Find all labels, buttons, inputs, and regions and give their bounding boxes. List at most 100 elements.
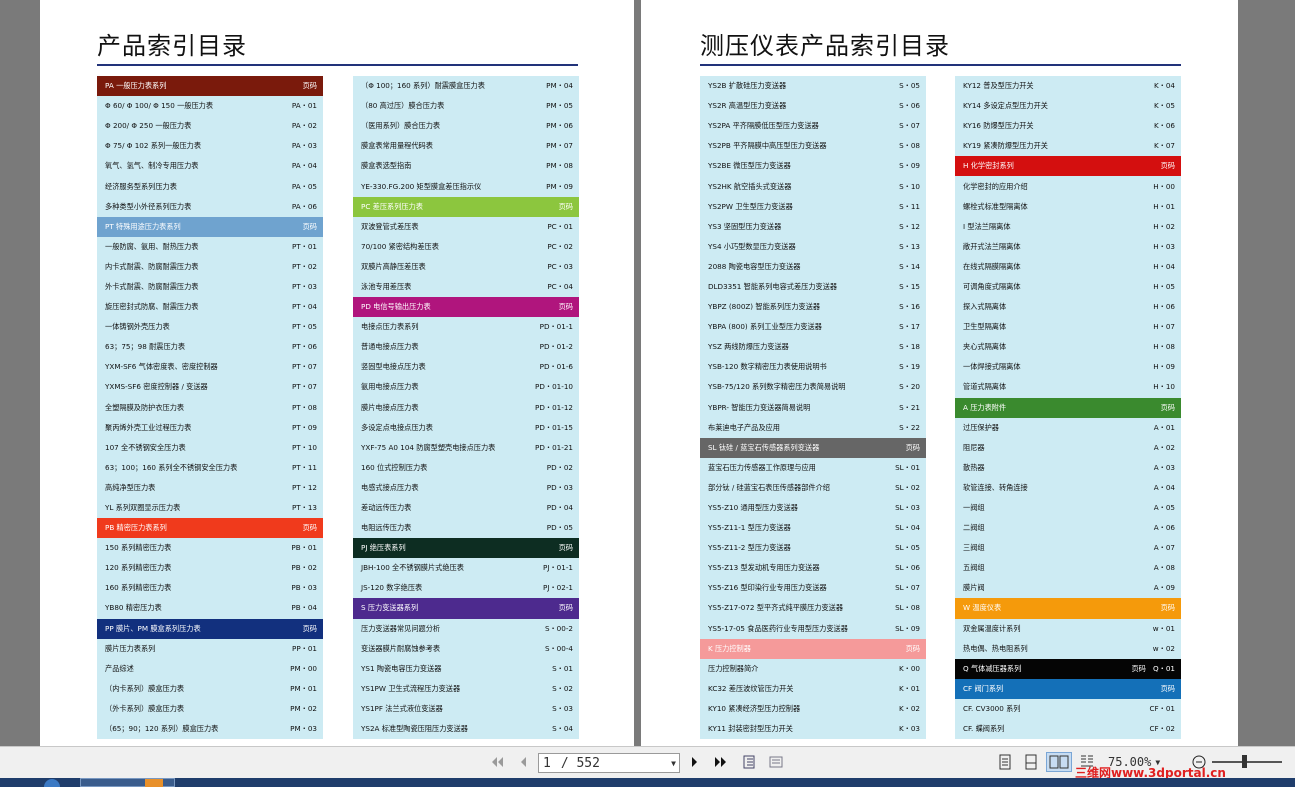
index-row: YS5-Z13 型发动机专用压力变送器 SL・06 [700,558,926,578]
item-label: 管道式隔离体 [963,382,1007,392]
item-label: 膜片电接点压力表 [361,402,419,412]
index-row: 螺栓式标准型隔离体 H・01 [955,197,1181,217]
page-code: PM・06 [546,121,573,131]
fit-width-icon[interactable] [766,753,786,771]
page-code: K・02 [898,703,920,713]
page-code: A・06 [1153,523,1175,533]
index-row: 软管连接、转角连接 A・04 [955,478,1181,498]
index-row: 化学密封的应用介绍 H・00 [955,176,1181,196]
item-label: 聚丙烯外壳工业过程压力表 [105,422,192,432]
last-page-icon[interactable] [712,753,730,771]
page-code: S・13 [899,241,920,251]
next-page-icon[interactable] [688,753,702,771]
page-code: S・00-4 [544,643,573,653]
page-number-field[interactable]: 1 / 552 ▼ [538,753,680,773]
index-row: YL 系列双圈显示压力表 PT・13 [97,498,323,518]
index-row: 变送器膜片耐腐蚀参考表 S・00-4 [353,639,579,659]
index-row: 全塑隔膜及防护衣压力表 PT・08 [97,398,323,418]
page-code: CF・01 [1149,703,1176,713]
page-code: 页码 [1160,603,1175,613]
page-code: PD・01-12 [535,402,573,412]
index-row: 在线式隔膜隔离体 H・04 [955,257,1181,277]
two-page-view-icon[interactable] [1046,752,1072,772]
page-code: PT・01 [291,241,317,251]
item-label: JBH-100 全不锈钢膜片式绝压表 [361,563,464,573]
page-title: 测压仪表产品索引目录 [700,32,950,60]
page-code: PB・03 [291,583,317,593]
section-header: CF 阀门系列 页码 [955,678,1181,699]
page-code: S・18 [899,342,920,352]
index-row: YE-330.FG.200 矩型膜盒差压指示仪 PM・09 [353,176,579,196]
index-row: 膜片电接点压力表 PD・01-12 [353,398,579,418]
index-row: DLD3351 智能系列电容式差压力变送器 S・15 [700,277,926,297]
item-label: 70/100 紧密结构差压表 [361,241,439,251]
item-label: YE-330.FG.200 矩型膜盒差压指示仪 [361,181,482,191]
item-label: 螺栓式标准型隔离体 [963,201,1028,211]
index-row: YXMS-SF6 密度控制器 / 变送器 PT・07 [97,377,323,397]
page-code: 页码 [302,81,317,91]
pdf-page-right: 测压仪表产品索引目录 YS2B 扩散硅压力变送器 S・05 YS2R 高温型压力变送… [641,0,1238,746]
chevron-down-icon[interactable]: ▼ [671,759,676,768]
first-page-icon[interactable] [489,753,505,771]
page-code: K・04 [1153,81,1175,91]
zoom-slider-handle[interactable] [1242,755,1247,768]
index-row: 内卡式耐震、防腐耐震压力表 PT・02 [97,257,323,277]
page-code: H・09 [1153,362,1175,372]
prev-page-icon[interactable] [516,753,530,771]
item-label: Φ 200/ Φ 250 一般压力表 [105,121,192,131]
index-column: （Φ 100；160 系列）耐震膜盒压力表 PM・04 （80 高过压）膜合压力表 P… [353,76,579,740]
item-label: 160 系列精密压力表 [105,583,172,593]
item-label: YXMS-SF6 密度控制器 / 变送器 [105,382,208,392]
index-row: 五阀组 A・08 [955,558,1181,578]
page-code: PC・01 [547,221,573,231]
index-row: 敞开式法兰隔离体 H・03 [955,237,1181,257]
page-code: S・17 [899,322,920,332]
item-label: 普通电接点压力表 [361,342,419,352]
item-label: 卫生型隔离体 [963,322,1007,332]
index-row: KY10 紧凑经济型压力控制器 K・02 [700,699,926,719]
item-label: 夹心式隔离体 [963,342,1007,352]
index-row: 泳池专用差压表 PC・04 [353,277,579,297]
zoom-slider[interactable] [1212,755,1282,768]
index-row: 双波登管式差压表 PC・01 [353,217,579,237]
document-viewport[interactable]: 产品索引目录 PA 一般压力表系列 页码 Φ 60/ Φ 100/ Φ 150 一般… [0,0,1295,746]
index-row: 一般防腐、氨用、耐热压力表 PT・01 [97,237,323,257]
item-label: YS5-Z13 型发动机专用压力变送器 [708,563,820,573]
page-code: SL・02 [895,482,920,492]
page-code: A・09 [1153,583,1175,593]
item-label: 可调角度式隔离体 [963,281,1021,291]
index-row: I 型法兰隔离体 H・02 [955,217,1181,237]
index-row: KC32 差压波纹管压力开关 K・01 [700,679,926,699]
index-row: YS2B 扩散硅压力变送器 S・05 [700,76,926,96]
page-code: SL・03 [895,503,920,513]
page-code: PC・04 [547,281,573,291]
index-row: 160 位式控制压力表 PD・02 [353,458,579,478]
index-column: PA 一般压力表系列 页码 Φ 60/ Φ 100/ Φ 150 一般压力表 PA・0… [97,76,323,740]
item-label: （Φ 100；160 系列）耐震膜盒压力表 [361,81,485,91]
item-label: YS5-Z17-072 型平齐式纯平膜压力变送器 [708,603,844,613]
page-code: 页码 [905,643,920,653]
single-page-view-icon[interactable] [996,753,1014,771]
page-code: PC・03 [547,261,573,271]
page-code: A・01 [1153,422,1175,432]
continuous-view-icon[interactable] [1022,753,1040,771]
page-code: S・15 [899,281,920,291]
item-label: SL 钛硅 / 蓝宝石传感器系列变送器 [708,442,820,452]
item-label: 内卡式耐震、防腐耐震压力表 [105,261,199,271]
page-code: S・01 [552,663,573,673]
item-label: YS5-17-05 食品医药行业专用型压力变送器 [708,623,848,633]
fit-page-icon[interactable] [740,753,760,771]
section-header: K 压力控制器 页码 [700,638,926,659]
item-label: I 型法兰隔离体 [963,221,1011,231]
page-code: PT・13 [291,503,317,513]
item-label: YS1PF 法兰式液位变送器 [361,703,443,713]
page-code: PM・07 [546,141,573,151]
index-row: YS5-Z16 型印染行业专用压力变送器 SL・07 [700,578,926,598]
page-code: PA・05 [291,181,317,191]
item-label: （外卡系列）膜盒压力表 [105,703,185,713]
item-label: YBPA (800) 系列工业型压力变送器 [708,322,822,332]
page-current[interactable]: 1 [543,756,551,771]
page-code: H・04 [1153,261,1175,271]
index-row: 2088 陶瓷电容型压力变送器 S・14 [700,257,926,277]
page-code: PJ・02-1 [543,583,573,593]
